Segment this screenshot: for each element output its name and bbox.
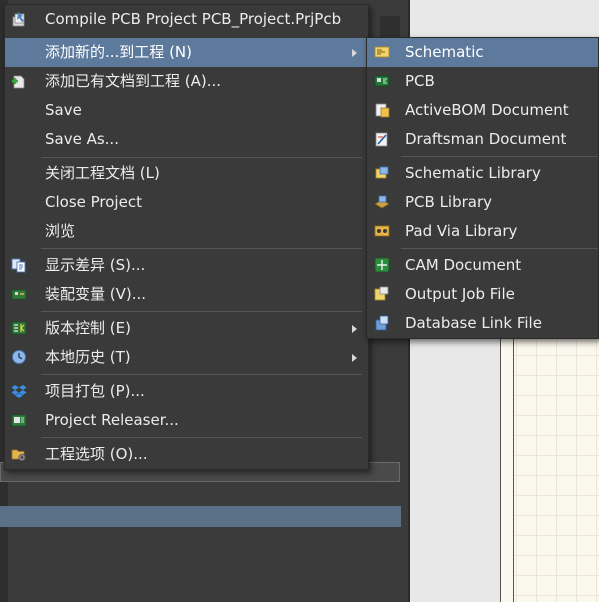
menu-item-label: Close Project xyxy=(45,193,142,211)
pcb-library-icon xyxy=(374,195,390,209)
menu-item-compile[interactable]: Compile PCB Project PCB_Project.PrjPcb xyxy=(5,5,368,34)
submenu-item-schematic-library[interactable]: Schematic Library xyxy=(367,159,598,188)
schematic-library-icon xyxy=(375,166,389,179)
schematic-icon xyxy=(374,46,390,58)
menu-item-local-history[interactable]: 本地历史 (T) xyxy=(5,343,368,372)
menu-item-explore[interactable]: 浏览 xyxy=(5,217,368,246)
menu-item-label: 装配变量 (V)... xyxy=(45,285,147,303)
menu-item-label: PCB Library xyxy=(405,193,493,211)
menu-item-close-project[interactable]: Close Project xyxy=(5,188,368,217)
menu-item-add-existing-to-project[interactable]: 添加已有文档到工程 (A)... xyxy=(5,67,368,96)
activebom-icon xyxy=(375,103,390,118)
menu-separator xyxy=(41,248,362,249)
menu-item-add-new-to-project[interactable]: 添加新的...到工程 (N) xyxy=(5,38,368,67)
submenu-item-schematic[interactable]: Schematic xyxy=(367,38,598,67)
submenu-arrow-icon xyxy=(352,325,357,333)
submenu-item-pad-via-library[interactable]: Pad Via Library xyxy=(367,217,598,246)
submenu-item-pcb-library[interactable]: PCB Library xyxy=(367,188,598,217)
project-releaser-icon xyxy=(11,414,27,427)
submenu-item-cam-document[interactable]: CAM Document xyxy=(367,251,598,280)
menu-item-label: ActiveBOM Document xyxy=(405,101,569,119)
local-history-icon xyxy=(12,350,26,364)
menu-item-assembly-variants[interactable]: 装配变量 (V)... xyxy=(5,280,368,309)
schematic-sheet-border xyxy=(500,335,514,602)
menu-item-label: PCB xyxy=(405,72,435,90)
menu-item-save[interactable]: Save xyxy=(5,96,368,125)
menu-separator xyxy=(401,248,598,249)
submenu-item-database-link-file[interactable]: Database Link File xyxy=(367,309,598,338)
menu-item-label: 版本控制 (E) xyxy=(45,319,131,337)
submenu-item-draftsman[interactable]: Draftsman Document xyxy=(367,125,598,154)
menu-item-label: Project Releaser... xyxy=(45,411,179,429)
menu-item-label: 显示差异 (S)... xyxy=(45,256,146,274)
menu-item-label: CAM Document xyxy=(405,256,522,274)
menu-item-label: Pad Via Library xyxy=(405,222,518,240)
add-new-submenu: Schematic PCB ActiveBOM Document Draftsm… xyxy=(366,37,599,339)
menu-item-label: Draftsman Document xyxy=(405,130,567,148)
compile-icon xyxy=(12,12,25,27)
menu-separator xyxy=(41,311,362,312)
database-link-icon xyxy=(375,315,389,331)
menu-item-save-as[interactable]: Save As... xyxy=(5,125,368,154)
schematic-sheet[interactable] xyxy=(500,335,599,602)
menu-item-label: 添加已有文档到工程 (A)... xyxy=(45,72,222,90)
submenu-item-pcb[interactable]: PCB xyxy=(367,67,598,96)
menu-item-label: 添加新的...到工程 (N) xyxy=(45,43,192,61)
pad-via-library-icon xyxy=(374,225,390,237)
panel-selected-row[interactable] xyxy=(0,506,401,527)
menu-item-version-control[interactable]: 版本控制 (E) xyxy=(5,314,368,343)
project-options-icon xyxy=(11,449,26,462)
pcb-icon xyxy=(374,75,390,87)
menu-item-label: 浏览 xyxy=(45,222,76,240)
menu-item-project-releaser[interactable]: Project Releaser... xyxy=(5,406,368,435)
menu-item-label: Schematic xyxy=(405,43,484,61)
menu-separator xyxy=(401,156,598,157)
output-job-icon xyxy=(374,286,389,301)
menu-separator xyxy=(41,157,362,158)
submenu-arrow-icon xyxy=(352,49,357,57)
project-packager-icon xyxy=(11,385,27,398)
menu-item-project-options[interactable]: 工程选项 (O)... xyxy=(5,440,368,469)
assembly-variants-icon xyxy=(11,289,27,300)
add-existing-icon xyxy=(12,75,25,89)
menu-separator xyxy=(41,374,362,375)
menu-item-project-packager[interactable]: 项目打包 (P)... xyxy=(5,377,368,406)
menu-item-label: Output Job File xyxy=(405,285,515,303)
menu-item-label: 关闭工程文档 (L) xyxy=(45,164,160,182)
menu-separator xyxy=(41,437,362,438)
menu-item-label: 项目打包 (P)... xyxy=(45,382,145,400)
draftsman-icon xyxy=(375,132,388,147)
submenu-item-activebom[interactable]: ActiveBOM Document xyxy=(367,96,598,125)
menu-item-label: Save xyxy=(45,101,82,119)
show-differences-icon xyxy=(11,258,26,273)
menu-item-close-project-documents[interactable]: 关闭工程文档 (L) xyxy=(5,159,368,188)
menu-item-label: Compile PCB Project PCB_Project.PrjPcb xyxy=(45,10,342,28)
cam-document-icon xyxy=(374,257,390,273)
menu-item-show-differences[interactable]: 显示差异 (S)... xyxy=(5,251,368,280)
menu-item-label: Database Link File xyxy=(405,314,542,332)
submenu-item-output-job-file[interactable]: Output Job File xyxy=(367,280,598,309)
menu-item-label: Schematic Library xyxy=(405,164,541,182)
version-control-icon xyxy=(11,321,27,335)
menu-item-label: 本地历史 (T) xyxy=(45,348,131,366)
menu-item-label: Save As... xyxy=(45,130,119,148)
submenu-arrow-icon xyxy=(352,354,357,362)
project-context-menu: Compile PCB Project PCB_Project.PrjPcb 添… xyxy=(4,4,369,470)
menu-item-label: 工程选项 (O)... xyxy=(45,445,148,463)
